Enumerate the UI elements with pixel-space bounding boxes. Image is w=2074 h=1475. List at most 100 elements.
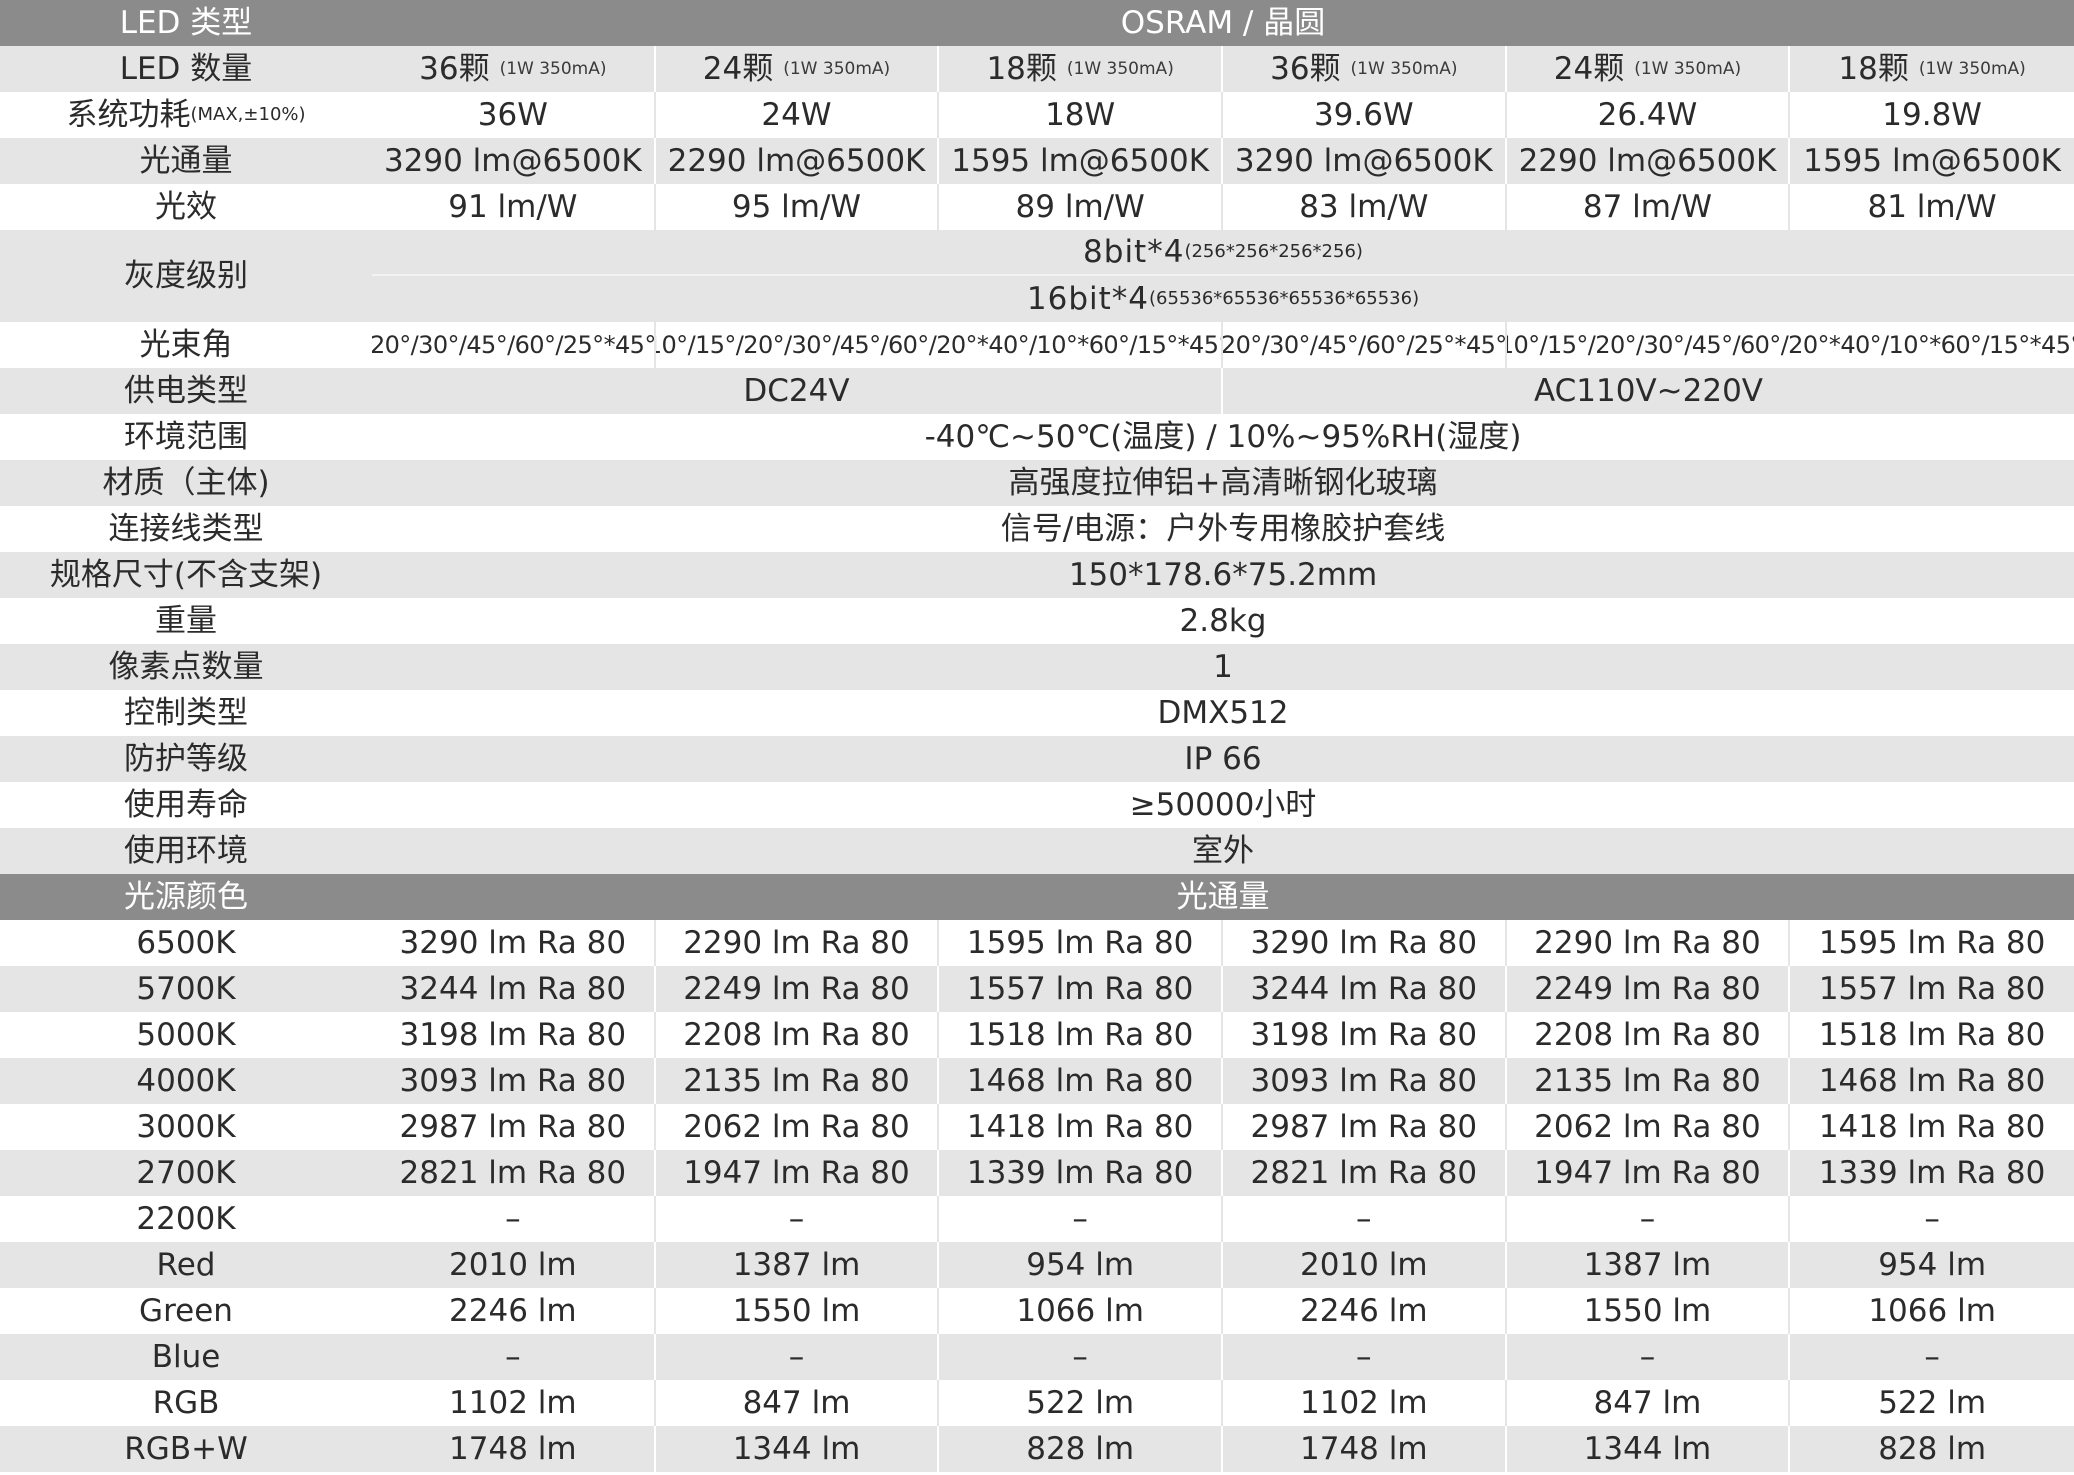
color-cell: 1595 lm Ra 80	[1818, 924, 2046, 961]
flux-cell: 1595 lm@6500K	[1803, 142, 2061, 179]
header-row-color: 光源颜色 光通量	[0, 874, 2074, 920]
row-label: 材质（主体)	[102, 464, 270, 501]
color-cell: 1748 lm	[372, 1426, 656, 1472]
color-cell: 1557 lm Ra 80	[939, 966, 1223, 1012]
led-count-cell: 24颗 (1W 350mA)	[656, 46, 940, 92]
row-wire: 连接线类型 信号/电源：户外专用橡胶护套线	[0, 506, 2074, 552]
color-cell: 1418 lm Ra 80	[939, 1104, 1223, 1150]
color-cell: –	[1223, 1334, 1507, 1380]
led-count-cell: 18颗 (1W 350mA)	[939, 46, 1223, 92]
row-weight: 重量 2.8kg	[0, 598, 2074, 644]
row-label: 光束角	[139, 326, 233, 363]
color-row: 5000K 3198 lm Ra 80 2208 lm Ra 80 1518 l…	[0, 1012, 2074, 1058]
efficacy-cell: 81 lm/W	[1867, 188, 1997, 225]
row-led-count: LED 数量 36颗 (1W 350mA) 24颗 (1W 350mA) 18颗 (1…	[0, 46, 2074, 92]
color-cell: 1595 lm Ra 80	[939, 920, 1223, 966]
power-label-sub: (MAX,±10%)	[190, 104, 306, 125]
color-cell: 2290 lm Ra 80	[1507, 920, 1791, 966]
color-cell: 847 lm	[656, 1380, 940, 1426]
color-cell: –	[939, 1196, 1223, 1242]
row-label: 使用环境	[124, 832, 248, 869]
color-row: Red 2010 lm 1387 lm 954 lm 2010 lm 1387 …	[0, 1242, 2074, 1288]
power-cell: 18W	[939, 92, 1223, 138]
color-cell: 1518 lm Ra 80	[1818, 1016, 2046, 1053]
color-row: 6500K 3290 lm Ra 80 2290 lm Ra 80 1595 l…	[0, 920, 2074, 966]
led-count-main: 18颗	[986, 50, 1057, 87]
color-row-label: 2700K	[136, 1154, 236, 1191]
control-value: DMX512	[1157, 694, 1289, 731]
row-usage-environment: 使用环境 室外	[0, 828, 2074, 874]
color-row: 2200K – – – – – –	[0, 1196, 2074, 1242]
color-cell: 2135 lm Ra 80	[1507, 1058, 1791, 1104]
material-value: 高强度拉伸铝+高清晰钢化玻璃	[1008, 464, 1438, 501]
power-cell: 36W	[372, 92, 656, 138]
power-cell: 26.4W	[1507, 92, 1791, 138]
color-cell: 1102 lm	[1223, 1380, 1507, 1426]
color-cell: 1557 lm Ra 80	[1818, 970, 2046, 1007]
supply-cell: AC110V~220V	[1533, 372, 1764, 409]
gray-line-2-sub: (65536*65536*65536*65536)	[1149, 288, 1420, 309]
led-count-cell: 36颗 (1W 350mA)	[372, 46, 656, 92]
protection-value: IP 66	[1184, 740, 1262, 777]
wire-value: 信号/电源：户外专用橡胶护套线	[1000, 510, 1446, 547]
color-cell: 1518 lm Ra 80	[939, 1012, 1223, 1058]
row-material: 材质（主体) 高强度拉伸铝+高清晰钢化玻璃	[0, 460, 2074, 506]
row-label: 重量	[155, 602, 217, 639]
color-cell: 1947 lm Ra 80	[1507, 1150, 1791, 1196]
row-label: LED 类型	[119, 4, 253, 41]
header-row-led-type: LED 类型 OSRAM / 晶圆	[0, 0, 2074, 46]
color-cell: 1066 lm	[939, 1288, 1223, 1334]
efficacy-cell: 87 lm/W	[1507, 184, 1791, 230]
color-cell: 3093 lm Ra 80	[1223, 1058, 1507, 1104]
color-cell: 1947 lm Ra 80	[656, 1150, 940, 1196]
color-cell: 1387 lm	[1507, 1242, 1791, 1288]
color-row: 4000K 3093 lm Ra 80 2135 lm Ra 80 1468 l…	[0, 1058, 2074, 1104]
color-cell: 2246 lm	[372, 1288, 656, 1334]
color-row-label: 5000K	[136, 1016, 236, 1053]
color-cell: 3198 lm Ra 80	[1223, 1012, 1507, 1058]
color-row: RGB 1102 lm 847 lm 522 lm 1102 lm 847 lm…	[0, 1380, 2074, 1426]
color-cell: 2208 lm Ra 80	[1507, 1012, 1791, 1058]
gray-line-2-main: 16bit*4	[1026, 280, 1150, 317]
gray-line-1-main: 8bit*4	[1083, 233, 1185, 270]
row-label: 控制类型	[124, 694, 248, 731]
led-count-main: 36颗	[419, 50, 490, 87]
flux-cell: 2290 lm@6500K	[1507, 138, 1791, 184]
color-cell: 522 lm	[939, 1380, 1223, 1426]
color-header-value: 光通量	[1176, 878, 1270, 915]
color-cell: 1418 lm Ra 80	[1818, 1108, 2046, 1145]
color-cell: –	[372, 1196, 656, 1242]
color-cell: 2010 lm	[372, 1242, 656, 1288]
row-gray-level: 灰度级别 8bit*4 (256*256*256*256) 16bit*4 (655…	[0, 230, 2074, 322]
color-cell: 1468 lm Ra 80	[1818, 1062, 2046, 1099]
usage-environment-value: 室外	[1192, 832, 1254, 869]
color-cell: 1344 lm	[1507, 1426, 1791, 1472]
color-cell: –	[1507, 1334, 1791, 1380]
color-cell: 2010 lm	[1223, 1242, 1507, 1288]
color-cell: 954 lm	[939, 1242, 1223, 1288]
color-row: Blue – – – – – –	[0, 1334, 2074, 1380]
environment-value: -40℃~50℃(温度) / 10%~95%RH(湿度)	[924, 418, 1522, 455]
color-row-label: Red	[156, 1246, 216, 1283]
color-cell: 954 lm	[1878, 1246, 1987, 1283]
row-label: 光通量	[139, 142, 233, 179]
color-header-label: 光源颜色	[124, 878, 248, 915]
row-label: 系统功耗 (MAX,±10%)	[0, 92, 372, 138]
color-cell: 1339 lm Ra 80	[939, 1150, 1223, 1196]
row-flux: 光通量 3290 lm@6500K 2290 lm@6500K 1595 lm@…	[0, 138, 2074, 184]
color-cell: 1102 lm	[372, 1380, 656, 1426]
color-cell: 828 lm	[1878, 1430, 1987, 1467]
row-label: 使用寿命	[124, 786, 248, 823]
led-count-sub: (1W 350mA)	[1634, 58, 1742, 79]
flux-cell: 1595 lm@6500K	[939, 138, 1223, 184]
color-cell: 1550 lm	[1507, 1288, 1791, 1334]
color-cell: 1468 lm Ra 80	[939, 1058, 1223, 1104]
color-row-label: 5700K	[136, 970, 236, 1007]
color-cell: 3244 lm Ra 80	[372, 966, 656, 1012]
led-count-main: 36颗	[1270, 50, 1341, 87]
color-cell: 3290 lm Ra 80	[1223, 920, 1507, 966]
color-cell: 2062 lm Ra 80	[656, 1104, 940, 1150]
color-cell: 847 lm	[1507, 1380, 1791, 1426]
color-row-label: 2200K	[136, 1200, 236, 1237]
color-cell: 2062 lm Ra 80	[1507, 1104, 1791, 1150]
